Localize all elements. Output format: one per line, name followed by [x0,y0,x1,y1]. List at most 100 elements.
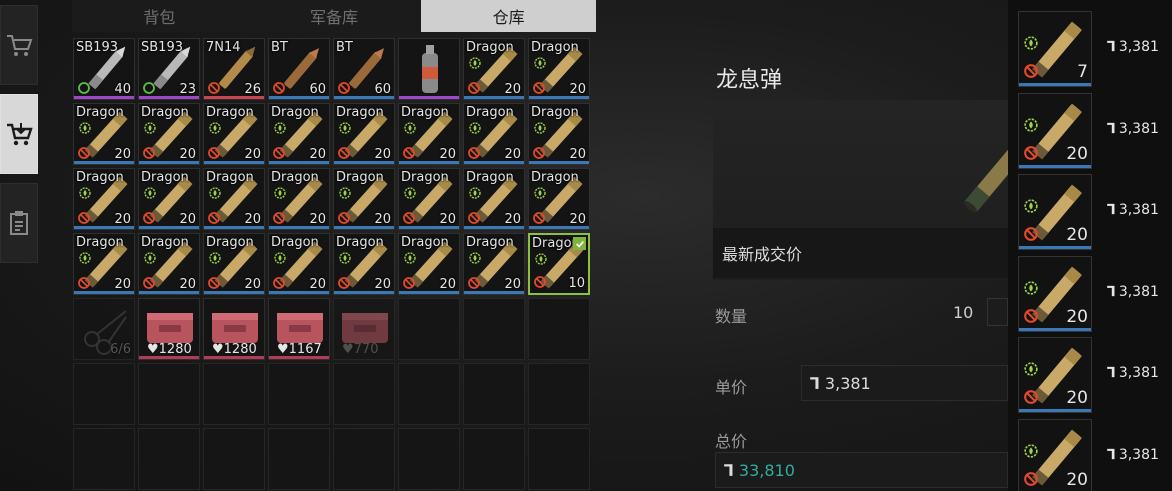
nav-buy-button[interactable] [0,5,38,85]
inventory-slot[interactable]: Dragon 20 [463,168,525,230]
sellable-icon [78,82,90,94]
item-title: 龙息弹 [716,68,783,93]
quantity-stepper[interactable] [987,298,1008,326]
inventory-slot-empty[interactable] [268,428,330,490]
inventory-slot[interactable]: Dragon 20 [203,233,265,295]
nav-sell-button[interactable] [0,94,38,174]
inventory-slot[interactable]: Dragon 20 [398,103,460,165]
inventory-slot[interactable]: 7N14 26 [203,38,265,100]
no-sell-icon [143,277,155,289]
inventory-slot-empty[interactable] [528,298,590,360]
inventory-slot-empty[interactable] [73,428,135,490]
inventory-slot-empty[interactable] [398,428,460,490]
inventory-slot[interactable]: Dragon 20 [73,168,135,230]
inventory-slot[interactable]: Dragon 20 [203,168,265,230]
inventory-slot-empty[interactable] [333,363,395,425]
inventory-slot[interactable]: SB193 23 [138,38,200,100]
inventory-slot[interactable]: ♥1280 [138,298,200,360]
item-name: Dragon [206,170,254,185]
currency-icon: ⅂ [1107,202,1115,218]
durability-value: 1280 [158,342,192,357]
unit-price-field[interactable]: ⅂ 3,381 [801,365,1008,401]
inventory-slot-empty[interactable] [203,428,265,490]
market-listing-item[interactable]: 20 [1018,255,1092,332]
inventory-slot[interactable]: SB193 40 [73,38,135,100]
inventory-slot[interactable]: Dragon 20 [528,168,590,230]
item-count: 20 [309,147,326,162]
item-count: 20 [374,147,391,162]
no-sell-icon [534,276,546,288]
item-name: Dragon [141,170,189,185]
inventory-slot[interactable]: ♥1167 [268,298,330,360]
item-name: Dragon [336,235,384,250]
inventory-slot-empty[interactable] [203,363,265,425]
market-listing-item[interactable]: 20 [1018,337,1092,413]
item-count: 20 [569,82,586,97]
market-listing-item[interactable]: 20 [1018,92,1092,169]
item-count: 20 [439,277,456,292]
inventory-slot[interactable]: ♥770 [333,298,395,360]
incendiary-icon [1024,36,1038,50]
inventory-slot-empty[interactable] [268,363,330,425]
inventory-slot[interactable] [398,38,460,100]
item-count: 20 [179,212,196,227]
quantity-label: 数量 [715,307,748,326]
inventory-slot[interactable]: 6/6 [73,298,135,360]
item-count: 60 [374,82,391,97]
inventory-slot-empty[interactable] [463,428,525,490]
inventory-slot[interactable]: Dragon 20 [203,103,265,165]
item-count: 26 [244,82,261,97]
tab-armory[interactable]: 军备库 [246,0,422,32]
item-count: 20 [504,212,521,227]
inventory-slot-empty[interactable] [463,298,525,360]
inventory-slot-empty[interactable] [398,298,460,360]
item-count: 20 [114,277,131,292]
no-sell-icon [403,147,415,159]
inventory-slot[interactable]: Dragon 20 [73,103,135,165]
game-screen: 背包 军备库 仓库 SB193 40 SB193 23 7N14 26 BT 60 BT 60 Dr… [0,0,1172,491]
inventory-slot[interactable]: ♥1280 [203,298,265,360]
inventory-slot-empty[interactable] [528,428,590,490]
inventory-slot[interactable]: Dragon 20 [463,233,525,295]
inventory-slot[interactable]: Dragon 20 [463,103,525,165]
inventory-slot-empty[interactable] [138,428,200,490]
inventory-slot[interactable]: Dragon 20 [268,168,330,230]
inventory-slot-empty[interactable] [463,363,525,425]
inventory-slot[interactable]: Dragon 20 [333,168,395,230]
item-count: 20 [244,212,261,227]
inventory-slot[interactable]: Dragon 20 [463,38,525,100]
inventory-slot[interactable]: Dragon 20 [528,38,590,100]
inventory-slot-empty[interactable] [528,363,590,425]
inventory-slot[interactable]: Dragon 20 [398,168,460,230]
item-count: 20 [569,212,586,227]
market-listing-item[interactable]: 20 [1018,418,1092,491]
inventory-slot[interactable]: Dragon 20 [138,168,200,230]
inventory-slot[interactable]: Dragon 10 [528,233,590,295]
grenade-icon [422,45,438,93]
inventory-slot[interactable]: BT 60 [333,38,395,100]
inventory-slot[interactable]: Dragon 20 [528,103,590,165]
market-listing-item[interactable]: 20 [1018,174,1092,250]
inventory-slot[interactable]: Dragon 20 [398,233,460,295]
inventory-slot[interactable]: Dragon 20 [138,103,200,165]
inventory-slot-empty[interactable] [73,363,135,425]
inventory-slot[interactable]: Dragon 20 [333,233,395,295]
incendiary-icon [274,122,286,134]
inventory-slot[interactable]: BT 60 [268,38,330,100]
item-count: 60 [309,82,326,97]
incendiary-icon [144,252,156,264]
tab-backpack[interactable]: 背包 [72,0,247,32]
inventory-slot-empty[interactable] [138,363,200,425]
inventory-slot[interactable]: Dragon 20 [138,233,200,295]
inventory-slot[interactable]: Dragon 20 [333,103,395,165]
inventory-slot-empty[interactable] [333,428,395,490]
inventory-slot[interactable]: Dragon 20 [73,233,135,295]
inventory-slot-empty[interactable] [398,363,460,425]
inventory-slot[interactable]: Dragon 20 [268,233,330,295]
market-listing-item[interactable]: 7 [1018,11,1092,87]
tab-warehouse[interactable]: 仓库 [421,0,597,32]
inventory-slot[interactable]: Dragon 20 [268,103,330,165]
nav-records-button[interactable] [0,183,38,263]
item-count: 20 [374,212,391,227]
incendiary-icon [79,122,91,134]
